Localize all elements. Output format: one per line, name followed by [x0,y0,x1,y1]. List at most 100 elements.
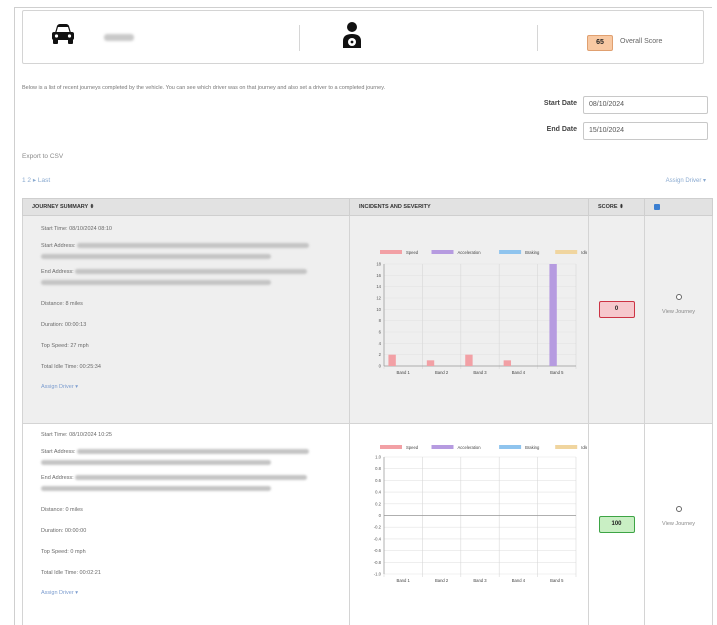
legend-label: Acceleration [458,250,482,255]
action-cell: View Journey [644,215,713,424]
car-icon [51,23,75,47]
y-tick-label: 12 [376,296,381,301]
x-tick-label: Band 3 [473,578,487,583]
duration: Duration: 00:00:13 [41,322,87,328]
idle-time: Total Idle Time: 00:25:34 [41,364,101,370]
end-date-label: End Date [546,126,577,133]
score-cell: 100 [588,423,645,625]
y-tick-label: 0.6 [375,478,381,483]
legend-swatch [380,445,402,449]
legend-label: Idle [581,445,587,450]
view-journey-link[interactable]: View Journey [662,520,696,529]
start-date-input[interactable]: 08/10/2024 [583,96,708,114]
y-tick-label: 8 [379,318,382,323]
assign-driver-button[interactable]: Assign Driver ▾ [41,384,341,390]
export-csv-link[interactable]: Export to CSV [22,153,63,160]
intro-text: Below is a list of recent journeys compl… [22,85,386,91]
start-address-cont [41,460,341,472]
select-all-checkbox[interactable] [654,203,660,210]
start-time: Start Time: 08/10/2024 10:25 [41,432,112,438]
start-address: Start Address: [41,243,341,254]
view-journey-link[interactable]: View Journey [662,308,696,317]
y-tick-label: 16 [376,273,381,278]
col-journey-summary[interactable]: JOURNEY SUMMARY ⬍ [22,198,350,216]
y-tick-label: 4 [379,341,382,346]
legend-swatch [555,250,578,254]
legend-label: Speed [406,250,419,255]
legend-swatch [380,250,402,254]
legend-label: Idle [581,250,587,255]
col-score[interactable]: SCORE ⬍ [588,198,645,216]
bar [388,354,396,366]
journey-score: 100 [598,516,635,533]
y-tick-label: 6 [379,330,382,335]
x-tick-label: Band 2 [435,370,449,375]
end-address: End Address: [41,475,341,486]
y-tick-label: 1.0 [375,455,381,460]
y-tick-label: -0.8 [374,560,382,565]
x-tick-label: Band 2 [435,578,449,583]
score-cell: 0 [588,215,645,424]
idle-time: Total Idle Time: 00:02:21 [41,570,101,576]
vehicle-summary-card: 65 Overall Score [22,10,704,64]
y-tick-label: 18 [376,262,381,267]
legend-swatch [431,250,454,254]
y-tick-label: 10 [376,307,381,312]
bar [426,360,435,366]
x-tick-label: Band 3 [473,370,487,375]
driver-icon [341,21,363,51]
col-incidents: INCIDENTS AND SEVERITY [349,198,589,216]
duration: Duration: 00:00:00 [41,528,87,534]
incidents-cell: Speed Acceleration Braking Idle 1.0 0.8 0.6 0.4… [349,423,589,625]
action-cell: View Journey [644,423,713,625]
x-tick-label: Band 1 [397,370,411,375]
y-tick-label: -0.4 [374,536,382,541]
bar [503,360,512,366]
legend-swatch [431,445,454,449]
pagination[interactable]: 1 2 ▸ Last [22,176,50,184]
legend-label: Braking [525,250,540,255]
select-journey-radio[interactable] [675,294,682,300]
legend-label: Braking [525,445,540,450]
end-address-cont [41,280,341,292]
start-address-cont [41,254,341,266]
incidents-cell: Speed Acceleration Braking Idle 0 2 4 6 8 10 12 14 1… [349,215,589,424]
x-tick-label: Band 1 [397,578,411,583]
col-select-all[interactable] [644,198,713,216]
legend-swatch [555,445,578,449]
start-time: Start Time: 08/10/2024 08:10 [41,226,112,232]
y-tick-label: -0.6 [374,548,382,553]
y-tick-label: 0 [379,513,382,518]
divider [537,25,538,51]
journey-score: 0 [598,301,635,318]
vehicle-registration [104,34,134,41]
y-tick-label: 0.8 [375,466,381,471]
table-row: Start Time: 08/10/2024 10:25 Start Addre… [22,423,713,625]
legend-label: Acceleration [458,445,482,450]
top-speed: Top Speed: 0 mph [41,549,86,555]
journeys-table: JOURNEY SUMMARY ⬍ INCIDENTS AND SEVERITY… [22,198,713,625]
overall-score-badge: 65 [587,35,613,51]
start-address: Start Address: [41,449,341,460]
legend-swatch [499,445,522,449]
end-address-cont [41,486,341,498]
start-date-label: Start Date [543,100,577,107]
x-tick-label: Band 4 [512,370,526,375]
end-date-input[interactable]: 15/10/2024 [583,122,708,140]
divider [299,25,300,51]
y-tick-label: -0.2 [374,525,382,530]
overall-score-label: Overall Score [620,38,663,45]
assign-driver-bulk-button[interactable]: Assign Driver ▾ [666,177,706,184]
x-tick-label: Band 5 [550,578,564,583]
bar [465,354,473,366]
legend-label: Speed [406,445,419,450]
select-journey-radio[interactable] [675,506,682,512]
assign-driver-button[interactable]: Assign Driver ▾ [41,590,341,596]
y-tick-label: 0 [379,364,382,369]
legend-swatch [499,250,522,254]
x-tick-label: Band 5 [550,370,564,375]
y-tick-label: 0.4 [375,490,381,495]
top-speed: Top Speed: 27 mph [41,343,89,349]
journey-summary-cell: Start Time: 08/10/2024 08:10 Start Addre… [22,215,350,424]
bar [549,264,557,366]
